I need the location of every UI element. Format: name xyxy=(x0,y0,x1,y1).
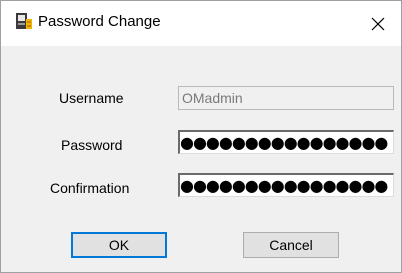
username-value: OMadmin xyxy=(182,90,243,106)
username-field: OMadmin xyxy=(178,86,394,110)
password-label: Password xyxy=(61,137,123,153)
confirmation-label: Confirmation xyxy=(50,180,130,196)
app-icon xyxy=(15,12,33,30)
window-title: Password Change xyxy=(38,13,161,30)
password-field[interactable]: ●●●●●●●●●●●●●●●● xyxy=(178,130,394,154)
username-label: Username xyxy=(59,90,124,106)
password-mask: ●●●●●●●●●●●●●●●● xyxy=(180,133,388,152)
password-change-dialog: Password Change Username OMadmin Passwor… xyxy=(0,0,402,273)
close-icon xyxy=(371,17,385,31)
close-button[interactable] xyxy=(355,1,401,46)
confirmation-mask: ●●●●●●●●●●●●●●●● xyxy=(180,176,388,195)
ok-button[interactable]: OK xyxy=(71,232,167,258)
title-bar[interactable]: Password Change xyxy=(1,1,401,46)
cancel-button[interactable]: Cancel xyxy=(243,232,339,258)
confirmation-field[interactable]: ●●●●●●●●●●●●●●●● xyxy=(178,173,394,197)
